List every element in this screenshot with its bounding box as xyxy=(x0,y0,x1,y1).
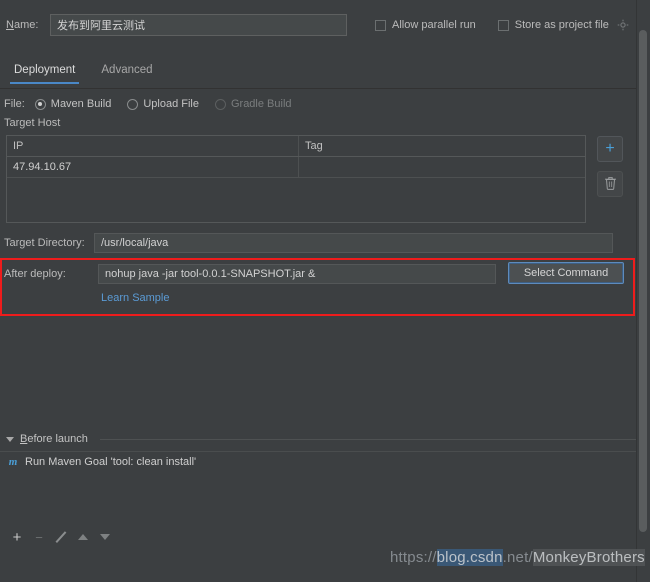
cell-ip: 47.94.10.67 xyxy=(7,157,299,177)
name-row: Name: Allow parallel run Store as projec… xyxy=(0,12,650,38)
tab-advanced[interactable]: Advanced xyxy=(97,62,156,84)
tab-bar: Deployment Advanced xyxy=(0,62,650,88)
tab-deployment[interactable]: Deployment xyxy=(10,62,80,84)
delete-host-button[interactable] xyxy=(597,171,623,197)
maven-build-label: Maven Build xyxy=(50,98,112,110)
edit-button xyxy=(52,528,70,546)
host-table-side-buttons: + xyxy=(597,136,623,197)
maven-icon: m xyxy=(8,455,18,468)
column-header-ip[interactable]: IP xyxy=(7,136,299,156)
upload-file-label: Upload File xyxy=(143,98,199,110)
before-launch-title-rest: efore launch xyxy=(27,433,88,445)
add-host-button[interactable]: + xyxy=(597,136,623,162)
before-launch-divider xyxy=(99,438,644,440)
target-directory-input[interactable] xyxy=(94,233,613,253)
watermark-highlight-2: MonkeyBrothers xyxy=(532,549,645,566)
table-row[interactable]: 47.94.10.67 xyxy=(7,157,585,178)
before-launch-toolbar: + − xyxy=(0,525,650,549)
arrow-down-icon xyxy=(100,534,110,540)
gradle-build-label: Gradle Build xyxy=(230,98,292,110)
gradle-build-radio xyxy=(214,98,226,110)
learn-sample-link[interactable]: Learn Sample xyxy=(101,292,170,304)
target-directory-label: Target Directory: xyxy=(4,237,85,249)
move-down-button xyxy=(96,528,114,546)
move-up-button xyxy=(74,528,92,546)
file-type-row: File: Maven Build Upload File Gradle Bui… xyxy=(0,95,302,113)
radio-gradle-build: Gradle Build xyxy=(214,98,292,110)
pencil-icon xyxy=(55,531,67,543)
before-launch-header[interactable]: Before launch xyxy=(6,431,644,447)
radio-upload-file[interactable]: Upload File xyxy=(127,98,199,110)
store-as-project-file-checkbox-row[interactable]: Store as project file xyxy=(497,19,629,31)
radio-maven-build[interactable]: Maven Build xyxy=(34,98,112,110)
run-configuration-dialog: Name: Allow parallel run Store as projec… xyxy=(0,0,650,582)
watermark-mid: .net/ xyxy=(502,549,533,566)
before-launch-list[interactable]: m Run Maven Goal 'tool: clean install' xyxy=(0,451,650,521)
after-deploy-label: After deploy: xyxy=(4,268,66,280)
name-label-text: ame: xyxy=(13,19,39,31)
select-command-button[interactable]: Select Command xyxy=(508,262,624,284)
target-host-table[interactable]: IP Tag 47.94.10.67 xyxy=(6,135,586,223)
cell-tag xyxy=(299,157,585,177)
name-label: Name: xyxy=(6,19,39,31)
vertical-scrollbar[interactable] xyxy=(636,0,650,582)
maven-build-radio[interactable] xyxy=(34,98,46,110)
column-header-tag[interactable]: Tag xyxy=(299,136,585,156)
list-item[interactable]: m Run Maven Goal 'tool: clean install' xyxy=(0,452,650,471)
allow-parallel-run-checkbox-row[interactable]: Allow parallel run xyxy=(375,19,476,31)
trash-icon xyxy=(604,176,617,193)
chevron-down-icon[interactable] xyxy=(6,436,14,442)
arrow-up-icon xyxy=(78,534,88,540)
plus-icon: + xyxy=(12,528,22,546)
allow-parallel-run-checkbox[interactable] xyxy=(375,19,386,31)
file-label: File: xyxy=(4,98,25,110)
add-button[interactable]: + xyxy=(8,528,26,546)
target-directory-row: Target Directory: xyxy=(0,232,650,254)
remove-button: − xyxy=(30,528,48,546)
tab-separator xyxy=(0,88,650,89)
tab-advanced-label: Advanced xyxy=(101,64,153,76)
store-as-project-file-checkbox[interactable] xyxy=(497,19,509,31)
upload-file-radio[interactable] xyxy=(127,98,139,110)
target-host-section-label: Target Host xyxy=(4,117,61,129)
plus-icon: + xyxy=(605,140,615,157)
watermark-highlight-1: blog.csdn xyxy=(436,549,503,566)
watermark: https://blog.csdn.net/MonkeyBrothers xyxy=(390,549,645,566)
watermark-prefix: https:// xyxy=(390,549,437,566)
gear-icon[interactable] xyxy=(617,19,629,31)
target-host-table-header: IP Tag xyxy=(7,136,585,157)
vertical-scrollbar-thumb[interactable] xyxy=(639,30,647,532)
top-checkbox-group: Allow parallel run Store as project file xyxy=(375,19,629,31)
store-as-project-file-label: Store as project file xyxy=(514,19,609,31)
before-launch-item-label: Run Maven Goal 'tool: clean install' xyxy=(25,455,197,468)
allow-parallel-run-label: Allow parallel run xyxy=(392,19,476,31)
name-input[interactable] xyxy=(50,14,347,36)
after-deploy-input[interactable] xyxy=(98,264,496,284)
before-launch-title: Before launch xyxy=(20,433,88,445)
minus-icon: − xyxy=(35,529,43,545)
tab-deployment-label: Deployment xyxy=(14,64,76,76)
